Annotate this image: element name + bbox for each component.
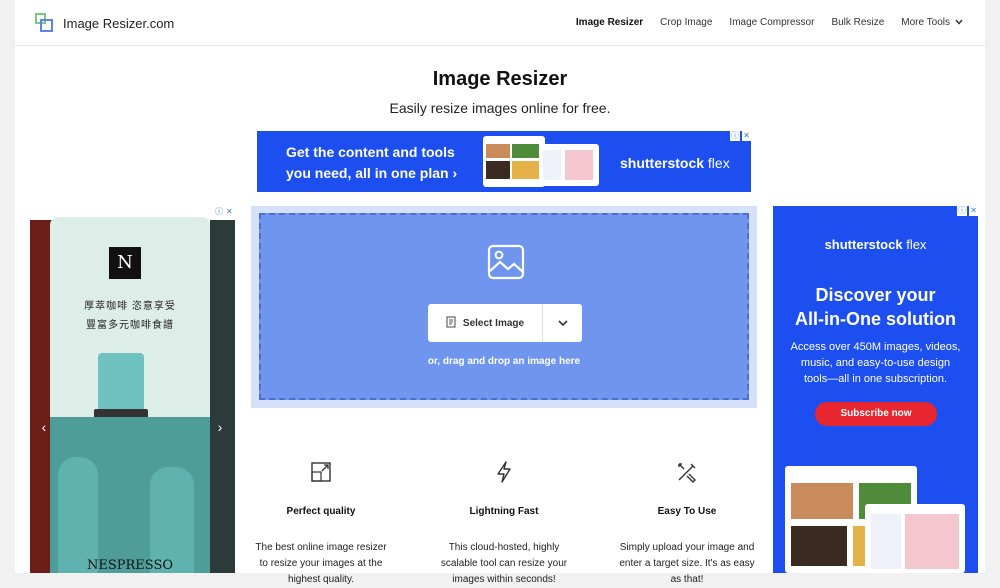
- ad-headline-line: Discover your: [815, 285, 936, 305]
- resize-icon: [310, 461, 332, 483]
- feature-description: The best online image resizer to resize …: [246, 540, 396, 588]
- ad-body-line: Access over 450M images, videos,: [790, 341, 961, 353]
- ad-close-icon[interactable]: ✕: [969, 206, 978, 216]
- page-subtitle: Easily resize images online for free.: [389, 100, 611, 116]
- subscribe-now-button[interactable]: Subscribe now: [815, 402, 937, 426]
- select-image-control: Select Image: [428, 304, 582, 342]
- select-image-button[interactable]: Select Image: [428, 304, 543, 342]
- banner-ad-mockup-panel: [539, 144, 599, 186]
- select-image-label: Select Image: [462, 317, 525, 329]
- banner-ad-line2: you need, all in one plan: [286, 165, 449, 181]
- pedestal: [58, 457, 98, 573]
- nespresso-logo-box: N: [109, 247, 141, 279]
- drop-hint: or, drag and drop an image here: [427, 356, 581, 367]
- ad-body-line: tools—all in one subscription.: [803, 373, 948, 385]
- rightad-brand-bold: shutterstock: [824, 237, 903, 252]
- left-sidebar-ad[interactable]: N 厚萃咖啡 恣意享受 豐富多元咖啡食譜 NESPRESSO ‹ › ⓘ ✕: [30, 205, 235, 573]
- page-title: Image Resizer: [432, 68, 568, 90]
- banner-brand-light: flex: [704, 155, 730, 171]
- tools-icon: [676, 461, 698, 483]
- carousel-prev-button[interactable]: ‹: [36, 415, 52, 439]
- nespresso-ad-panel: N 厚萃咖啡 恣意享受 豐富多元咖啡食譜 NESPRESSO: [50, 217, 210, 573]
- file-icon: [446, 315, 457, 331]
- ad-close-icon[interactable]: ✕: [742, 131, 751, 141]
- feature-desc-line: This cloud-hosted, highly: [448, 542, 560, 553]
- ad-mockup-editor-panel: [865, 504, 965, 573]
- carousel-side-panel: [210, 220, 235, 573]
- feature-perfect-quality: Perfect quality The best online image re…: [246, 461, 396, 588]
- nespresso-wordmark: NESPRESSO: [86, 558, 174, 573]
- feature-desc-line: The best online image resizer: [255, 542, 387, 553]
- feature-desc-line: as that!: [670, 574, 704, 585]
- banner-ad-line2-row: you need, all in one plan ›: [286, 163, 457, 184]
- feature-title: Easy To Use: [657, 506, 717, 517]
- select-source-dropdown[interactable]: [543, 304, 582, 342]
- feature-title: Lightning Fast: [469, 506, 539, 517]
- feature-desc-line: highest quality.: [288, 574, 354, 585]
- ad-choices-icon[interactable]: ⓘ: [214, 207, 224, 217]
- ad-tagline-2: 豐富多元咖啡食譜: [86, 320, 174, 331]
- coffee-machine-image: [98, 353, 144, 413]
- nav-more-tools[interactable]: More Tools: [901, 17, 963, 28]
- feature-desc-line: to resize your images at the: [259, 558, 383, 569]
- banner-ad[interactable]: Get the content and tools you need, all …: [257, 131, 751, 192]
- lightning-icon: [493, 461, 515, 483]
- nav-image-compressor[interactable]: Image Compressor: [729, 17, 814, 28]
- shutterstock-flex-logo: shutterstock flex: [620, 155, 730, 171]
- ad-tagline-1: 厚萃咖啡 恣意享受: [84, 301, 176, 312]
- chevron-down-icon: [955, 17, 963, 27]
- drop-zone[interactable]: Select Image or, drag and drop an image …: [259, 213, 749, 400]
- banner-ad-line1: Get the content and tools: [286, 144, 455, 160]
- feature-desc-line: images within seconds!: [452, 574, 556, 585]
- nav-bulk-resize[interactable]: Bulk Resize: [831, 17, 884, 28]
- feature-easy-to-use: Easy To Use Simply upload your image and…: [612, 461, 762, 588]
- shutterstock-flex-logo: shutterstock flex: [773, 237, 978, 252]
- chevron-right-icon: ›: [452, 165, 458, 181]
- ad-body-line: music, and easy-to-use design: [800, 357, 951, 369]
- ad-headline-line: All-in-One solution: [795, 309, 956, 329]
- banner-ad-text: Get the content and tools you need, all …: [286, 142, 457, 184]
- logo-icon[interactable]: [35, 13, 55, 33]
- nav-image-resizer[interactable]: Image Resizer: [576, 17, 643, 28]
- ad-choices-icon[interactable]: ⓘ: [730, 131, 740, 141]
- carousel-next-button[interactable]: ›: [212, 415, 228, 439]
- banner-ad-mockup-image: [483, 136, 545, 187]
- right-sidebar-ad[interactable]: shutterstock flex Discover your All-in-O…: [773, 206, 978, 573]
- brand-name[interactable]: Image Resizer.com: [63, 16, 174, 31]
- ad-choices-icon[interactable]: ⓘ: [957, 206, 967, 216]
- rightad-brand-light: flex: [902, 237, 927, 252]
- feature-lightning-fast: Lightning Fast This cloud-hosted, highly…: [429, 461, 579, 588]
- image-icon: [487, 244, 525, 280]
- feature-desc-line: Simply upload your image and: [619, 542, 755, 553]
- feature-description: This cloud-hosted, highly scalable tool …: [429, 540, 579, 588]
- feature-desc-line: enter a target size. It's as easy: [619, 558, 755, 569]
- nav-crop-image[interactable]: Crop Image: [660, 17, 712, 28]
- feature-title: Perfect quality: [286, 506, 356, 517]
- carousel-side-panel: [30, 220, 52, 573]
- feature-desc-line: scalable tool can resize your: [440, 558, 568, 569]
- top-navbar: Image Resizer.com Image Resizer Crop Ima…: [15, 0, 985, 46]
- ad-close-icon[interactable]: ✕: [225, 207, 234, 217]
- feature-description: Simply upload your image and enter a tar…: [612, 540, 762, 588]
- main-nav: Image Resizer Crop Image Image Compresso…: [576, 17, 963, 28]
- chevron-down-icon: [557, 314, 568, 332]
- banner-brand-bold: shutterstock: [620, 155, 705, 171]
- ad-body: Access over 450M images, videos, music, …: [783, 339, 968, 387]
- ad-headline: Discover your All-in-One solution: [773, 283, 978, 331]
- nav-more-tools-label: More Tools: [901, 17, 950, 28]
